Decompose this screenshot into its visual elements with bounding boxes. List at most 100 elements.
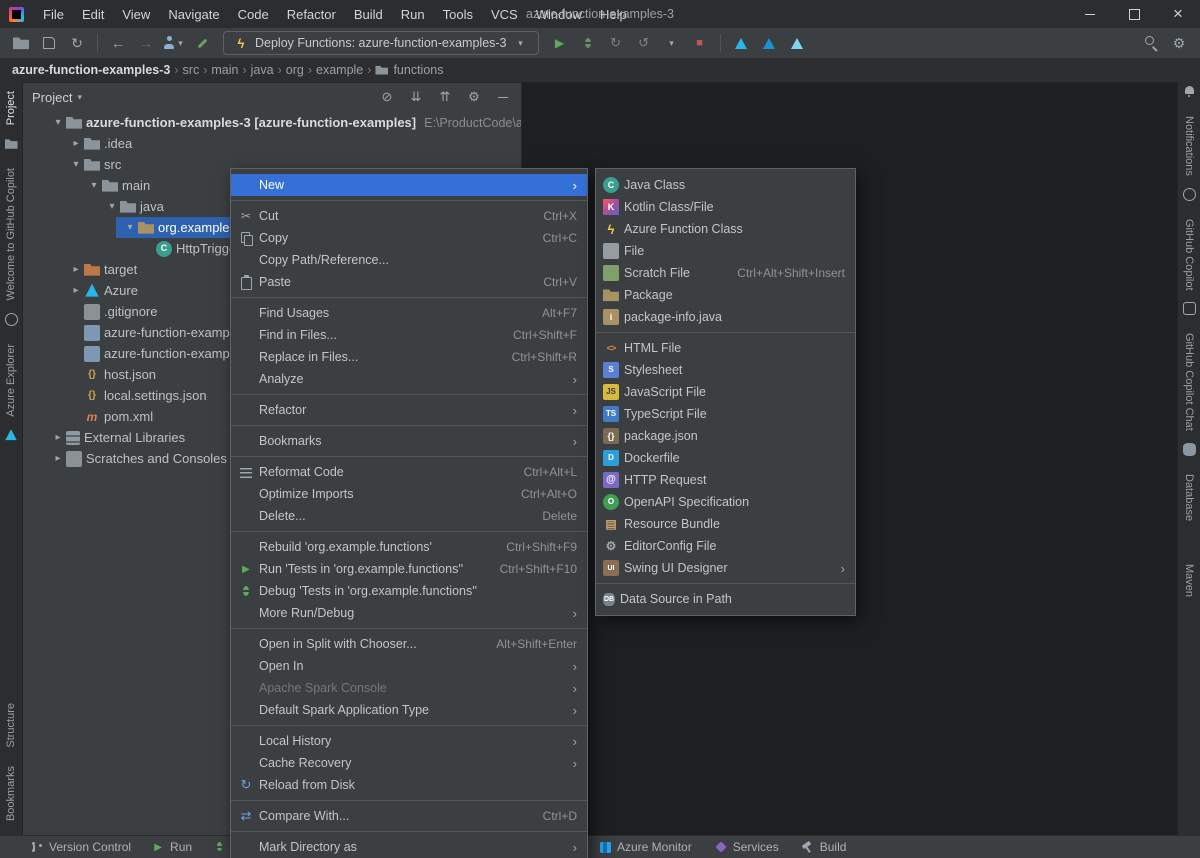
chevron-down-icon[interactable]: ▾ [68,159,84,170]
menu-item-copy-path-reference[interactable]: Copy Path/Reference... [231,249,587,271]
azure-action-button-1[interactable] [728,31,754,55]
chevron-right-icon[interactable]: ▸ [68,264,84,275]
status-item-build[interactable]: Build [801,840,847,854]
menu-item-kotlin-class-file[interactable]: KKotlin Class/File [596,196,855,218]
tree-row-azure-function-examples-3-azure-function-examples[interactable]: ▾azure-function-examples-3 [azure-functi… [22,112,521,133]
menu-item-bookmarks[interactable]: Bookmarks› [231,430,587,452]
menu-item-local-history[interactable]: Local History› [231,730,587,752]
menu-item-package-info-java[interactable]: ipackage-info.java [596,306,855,328]
menu-item-javascript-file[interactable]: JSJavaScript File [596,381,855,403]
locate-file-icon[interactable]: ⊘ [379,89,395,105]
menu-item-optimize-imports[interactable]: Optimize ImportsCtrl+Alt+O [231,483,587,505]
menu-item-stylesheet[interactable]: SStylesheet [596,359,855,381]
azure-icon[interactable] [5,428,18,441]
chevron-down-icon[interactable]: ▾ [77,92,82,103]
azure-action-button-2[interactable] [756,31,782,55]
menubar-item-navigate[interactable]: Navigate [159,0,228,28]
menu-item-replace-in-files[interactable]: Replace in Files...Ctrl+Shift+R [231,346,587,368]
panel-settings-gear-icon[interactable]: ⚙ [466,89,482,105]
menu-item-more-run-debug[interactable]: More Run/Debug› [231,602,587,624]
menu-item-new[interactable]: New› [231,174,587,196]
menu-item-rebuild-org-example-functions[interactable]: Rebuild 'org.example.functions'Ctrl+Shif… [231,536,587,558]
maven-icon[interactable] [1183,533,1196,546]
status-item-services[interactable]: Services [714,840,779,854]
tool-stripe-item-azure-explorer[interactable]: Azure Explorer [5,344,17,417]
expand-all-icon[interactable]: ⇊ [408,89,424,105]
menu-item-cache-recovery[interactable]: Cache Recovery› [231,752,587,774]
menu-item-package[interactable]: Package [596,284,855,306]
status-item-run[interactable]: Run [151,840,192,854]
back-button[interactable] [105,31,131,55]
tool-stripe-item-welcome-to-github-copilot[interactable]: Welcome to GitHub Copilot [5,168,17,300]
menu-item-copy[interactable]: CopyCtrl+C [231,227,587,249]
breadcrumb-item-example[interactable]: example [314,63,365,77]
folder-icon[interactable] [5,137,18,150]
hide-panel-icon[interactable] [495,89,511,105]
maximize-button[interactable] [1112,0,1156,28]
settings-button[interactable] [1166,31,1192,55]
menu-item-reformat-code[interactable]: Reformat CodeCtrl+Alt+L [231,461,587,483]
chevron-down-icon[interactable]: ▾ [104,201,120,212]
menu-item-cut[interactable]: CutCtrl+X [231,205,587,227]
profiler-button[interactable] [631,31,657,55]
menu-item-resource-bundle[interactable]: ▤Resource Bundle [596,513,855,535]
sync-button[interactable] [64,31,90,55]
menu-item-compare-with[interactable]: Compare With...Ctrl+D [231,805,587,827]
menu-item-file[interactable]: File [596,240,855,262]
status-item-bug[interactable] [212,840,226,854]
project-panel-title[interactable]: Project [32,90,72,105]
bell-icon[interactable] [1183,85,1196,98]
menubar-item-view[interactable]: View [113,0,159,28]
tool-stripe-item-bookmarks[interactable]: Bookmarks [5,766,17,821]
menu-item-find-usages[interactable]: Find UsagesAlt+F7 [231,302,587,324]
breadcrumb-item-main[interactable]: main [209,63,240,77]
menu-item-paste[interactable]: PasteCtrl+V [231,271,587,293]
forward-button[interactable] [133,31,159,55]
menu-item-openapi-specification[interactable]: OOpenAPI Specification [596,491,855,513]
close-button[interactable]: × [1156,0,1200,28]
stop-button[interactable] [687,31,713,55]
chevron-down-icon[interactable]: ▾ [50,117,66,128]
collapse-all-icon[interactable]: ⇈ [437,89,453,105]
chevron-right-icon[interactable]: ▸ [68,285,84,296]
menu-item-apache-spark-console[interactable]: Apache Spark Console› [231,677,587,699]
menu-item-scratch-file[interactable]: Scratch FileCtrl+Alt+Shift+Insert [596,262,855,284]
azure-action-button-3[interactable] [784,31,810,55]
menu-item-run-tests-in-org-example-functions[interactable]: Run 'Tests in 'org.example.functions''Ct… [231,558,587,580]
menu-item-mark-directory-as[interactable]: Mark Directory as› [231,836,587,858]
coverage-button[interactable] [603,31,629,55]
status-item-azure-monitor[interactable]: Azure Monitor [598,840,692,854]
chevron-right-icon[interactable]: ▸ [50,453,66,464]
menu-item-open-in-split-with-chooser[interactable]: Open in Split with Chooser...Alt+Shift+E… [231,633,587,655]
status-item-version-control[interactable]: Version Control [30,840,131,854]
menu-item-typescript-file[interactable]: TSTypeScript File [596,403,855,425]
chevron-right-icon[interactable]: ▸ [50,432,66,443]
minimize-button[interactable] [1068,0,1112,28]
breadcrumb-item-org[interactable]: org [284,63,306,77]
tools-button[interactable] [189,31,215,55]
run-button[interactable] [547,31,573,55]
run-options-dropdown[interactable] [659,31,685,55]
tool-stripe-item-structure[interactable]: Structure [5,703,17,748]
save-all-button[interactable] [36,31,62,55]
chevron-right-icon[interactable]: ▸ [68,138,84,149]
run-configuration-select[interactable]: ϟ Deploy Functions: azure-function-examp… [223,31,539,55]
tool-stripe-item-database[interactable]: Database [1183,474,1195,521]
menu-item-html-file[interactable]: <>HTML File [596,337,855,359]
search-everywhere-button[interactable] [1138,31,1164,55]
menu-item-editorconfig-file[interactable]: ⚙EditorConfig File [596,535,855,557]
menu-item-reload-from-disk[interactable]: Reload from Disk [231,774,587,796]
chevron-down-icon[interactable]: ▾ [86,180,102,191]
menu-item-debug-tests-in-org-example-functions[interactable]: Debug 'Tests in 'org.example.functions'' [231,580,587,602]
menu-item-azure-function-class[interactable]: ϟAzure Function Class [596,218,855,240]
menu-item-data-source-in-path[interactable]: DBData Source in Path [596,588,855,610]
chat-icon[interactable] [1183,302,1196,315]
menu-item-open-in[interactable]: Open In› [231,655,587,677]
menubar-item-code[interactable]: Code [229,0,278,28]
breadcrumb-item-functions[interactable]: functions [373,63,445,77]
menu-item-swing-ui-designer[interactable]: UISwing UI Designer› [596,557,855,579]
breadcrumb-item-azure-function-examples-3[interactable]: azure-function-examples-3 [10,63,172,77]
menu-item-delete[interactable]: Delete...Delete [231,505,587,527]
menu-item-default-spark-application-type[interactable]: Default Spark Application Type› [231,699,587,721]
menu-item-find-in-files[interactable]: Find in Files...Ctrl+Shift+F [231,324,587,346]
